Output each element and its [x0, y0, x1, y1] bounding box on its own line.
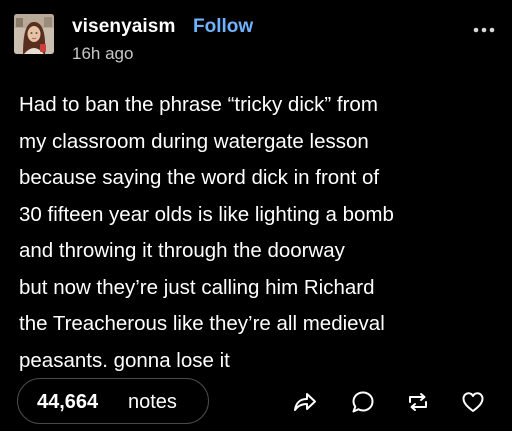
notes-count: 44,664: [37, 391, 99, 413]
post-body-line: because saying the word dick in front of: [19, 166, 380, 189]
heart-icon: [462, 392, 484, 412]
more-dots-icon: [473, 27, 495, 33]
avatar-image: [14, 14, 54, 54]
follow-button[interactable]: Follow: [193, 16, 253, 38]
post-card: visenyaism Follow 16h ago Had to ban the…: [0, 0, 512, 431]
notes-label: notes: [128, 391, 177, 413]
post-body-line: 30 fifteen year olds is like lighting a …: [19, 202, 394, 226]
reply-button[interactable]: [350, 389, 376, 415]
post-body-line: but now they’re just calling him Richard: [19, 275, 375, 299]
reply-bubble-icon: [352, 391, 374, 413]
post-body-line: peasants. gonna lose it: [19, 348, 230, 372]
post-body: Had to ban the phrase “tricky dick” from…: [19, 87, 499, 379]
reblog-button[interactable]: [405, 389, 431, 415]
post-body-line: the Treacherous like they’re all medieva…: [19, 312, 385, 335]
username[interactable]: visenyaism: [72, 16, 175, 38]
like-button[interactable]: [460, 389, 486, 415]
avatar[interactable]: [14, 14, 54, 54]
notes-button[interactable]: 44,664 notes: [17, 378, 209, 424]
post-body-line: and throwing it through the doorway: [19, 239, 345, 262]
post-body-line: my classroom during watergate lesson: [19, 129, 369, 153]
reblog-icon: [409, 393, 427, 411]
post-body-line: Had to ban the phrase “tricky dick” from: [19, 93, 378, 116]
post-timestamp[interactable]: 16h ago: [72, 44, 133, 64]
share-arrow-icon: [294, 393, 316, 411]
share-button[interactable]: [292, 389, 318, 415]
more-options-button[interactable]: [470, 26, 498, 40]
